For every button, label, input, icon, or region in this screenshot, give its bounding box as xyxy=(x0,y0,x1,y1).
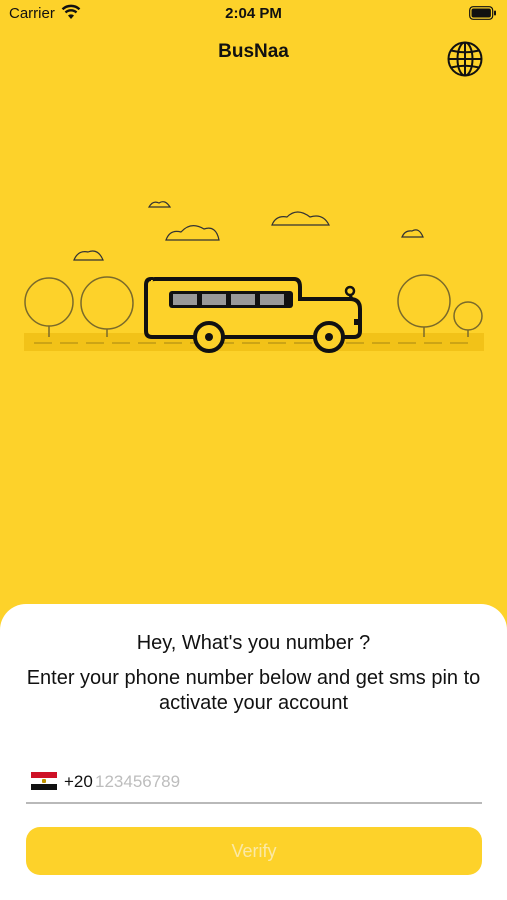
globe-icon[interactable] xyxy=(446,40,484,78)
phone-number-input[interactable] xyxy=(95,769,465,795)
school-bus-illustration xyxy=(24,201,484,353)
verify-button[interactable]: Verify xyxy=(26,827,482,875)
clock: 2:04 PM xyxy=(225,5,282,22)
sheet-subtitle: Enter your phone number below and get sm… xyxy=(26,667,481,714)
status-bar: Carrier 2:04 PM xyxy=(0,0,507,28)
egypt-flag-icon[interactable] xyxy=(31,772,57,790)
sheet-heading: Hey, What's you number ? xyxy=(136,632,371,654)
app-title: BusNaa xyxy=(218,41,289,62)
cloud-icon xyxy=(73,201,424,261)
battery-icon xyxy=(469,6,496,20)
country-code[interactable]: +20 xyxy=(64,772,93,792)
phone-field[interactable]: +20 xyxy=(26,756,482,804)
phone-entry-sheet: Hey, What's you number ? Enter your phon… xyxy=(0,604,507,900)
